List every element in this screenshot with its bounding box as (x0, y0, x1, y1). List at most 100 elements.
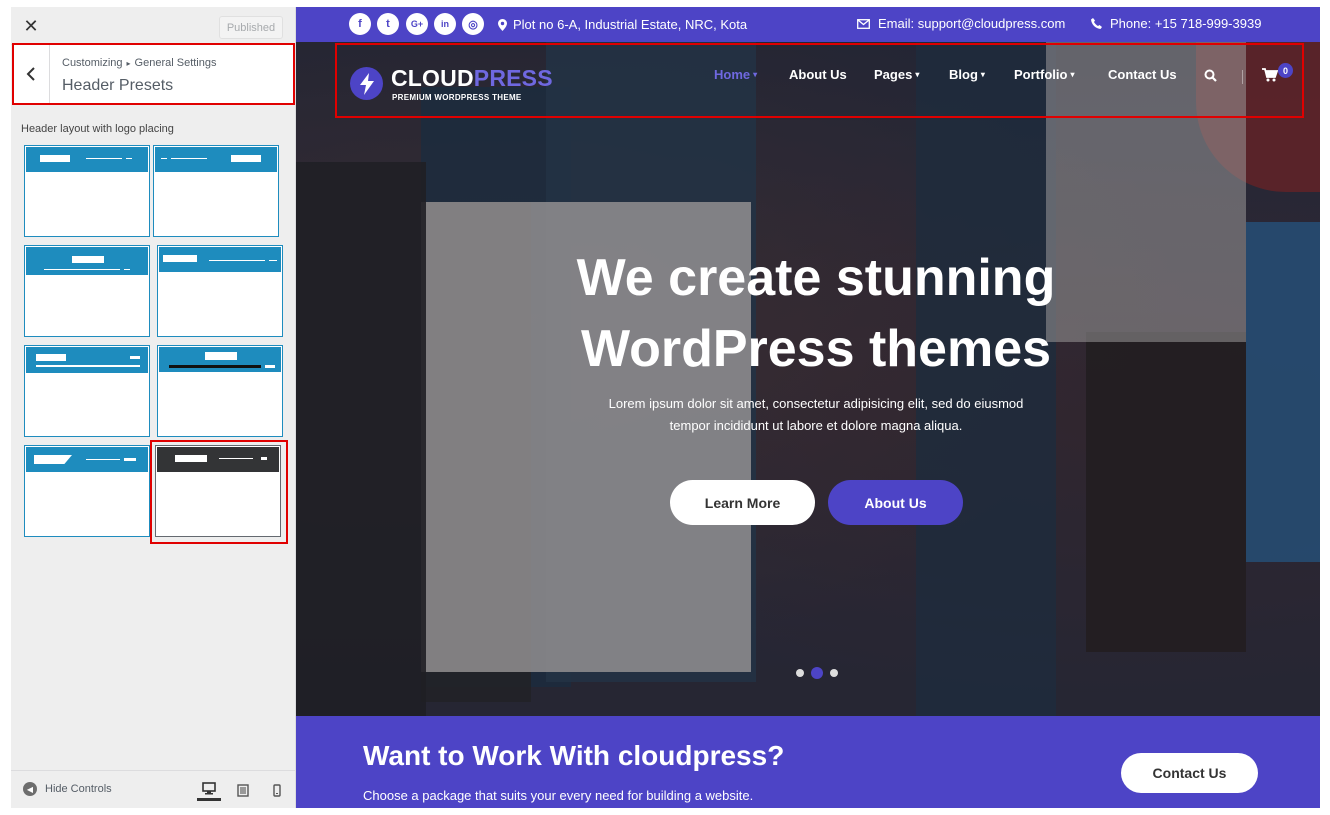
preset-menu-line (124, 269, 130, 270)
linkedin-icon[interactable]: in (434, 13, 456, 35)
back-button[interactable] (13, 44, 50, 104)
customizer-panel: ✕ Published Customizing ▸ General Settings… (11, 7, 296, 808)
header-preset-1[interactable] (24, 145, 150, 237)
header-preset-6[interactable] (157, 345, 283, 437)
nav-about-us[interactable]: About Us (789, 67, 847, 82)
address-text: Plot no 6-A, Industrial Estate, NRC, Kot… (513, 17, 748, 32)
facebook-icon[interactable]: f (349, 13, 371, 35)
hero-description-line-1: Lorem ipsum dolor sit amet, consectetur … (608, 396, 1024, 411)
hero-description-line-2: tempor incididunt ut labore et dolore ma… (669, 418, 963, 433)
cart-count-badge: 0 (1278, 63, 1293, 78)
preset-icon-block (261, 457, 267, 460)
logo-word-press: PRESS (473, 65, 553, 91)
preset-header-band (155, 147, 277, 172)
customizer-header: ✕ Published (11, 7, 295, 45)
instagram-icon[interactable]: ◎ (462, 13, 484, 35)
phone-text: Phone: +15 718-999-3939 (1110, 16, 1262, 31)
call-to-action-section: Want to Work With cloudpress? Choose a p… (296, 716, 1320, 808)
collapse-arrow-icon: ◀ (23, 782, 37, 796)
lightning-icon (359, 72, 374, 95)
preset-header-band (26, 247, 148, 275)
cta-title: Want to Work With cloudpress? (363, 740, 785, 771)
nav-blog[interactable]: Blog ▾ (949, 67, 985, 82)
mobile-preview-button[interactable] (265, 779, 289, 801)
hero-description: Lorem ipsum dolor sit amet, consectetur … (296, 393, 1320, 437)
section-title: Header Presets (62, 77, 174, 94)
breadcrumb-parent: Customizing (62, 57, 123, 69)
mobile-icon (273, 783, 281, 797)
nav-pages[interactable]: Pages ▾ (874, 67, 919, 82)
preset-menu-line (171, 158, 207, 159)
close-customizer-button[interactable]: ✕ (11, 7, 51, 45)
preset-menu-line (269, 260, 277, 261)
slider-dot-3[interactable] (830, 669, 838, 677)
breadcrumb-separator-icon: ▸ (126, 59, 131, 68)
nav-about-label: About Us (789, 67, 847, 82)
lightning-logo-icon[interactable] (350, 67, 383, 100)
email-text: Email: support@cloudpress.com (878, 16, 1066, 31)
site-logo[interactable]: CLOUDPRESS (391, 65, 553, 92)
chevron-left-icon (26, 67, 35, 81)
chevron-down-icon: ▾ (1070, 70, 1075, 79)
preset-logo-block (175, 455, 207, 462)
preset-menu-line (36, 365, 140, 367)
header-preset-2[interactable] (153, 145, 279, 237)
preset-menu-line (86, 459, 120, 460)
contact-us-button[interactable]: Contact Us (1121, 753, 1258, 793)
email-contact[interactable]: Email: support@cloudpress.com (857, 16, 1065, 31)
about-us-button[interactable]: About Us (828, 480, 963, 525)
preset-logo-block (34, 455, 72, 464)
nav-pages-label: Pages (874, 67, 913, 82)
nav-contact-label: Contact Us (1108, 67, 1177, 82)
phone-contact[interactable]: Phone: +15 718-999-3939 (1091, 16, 1261, 31)
slider-dot-1[interactable] (796, 669, 804, 677)
preset-logo-block (163, 255, 197, 262)
breadcrumb: Customizing ▸ General Settings (62, 57, 216, 69)
breadcrumb-current: General Settings (134, 57, 217, 69)
nav-divider (1242, 70, 1243, 84)
slider-dot-2-active[interactable] (811, 667, 823, 679)
hide-controls-button[interactable]: ◀ Hide Controls (23, 782, 112, 796)
nav-home[interactable]: Home ▾ (714, 67, 757, 82)
logo-tagline: PREMIUM WORDPRESS THEME (392, 93, 522, 102)
chevron-down-icon: ▾ (915, 70, 920, 79)
hero-title: We create stunning WordPress themes (296, 243, 1320, 385)
header-preset-5[interactable] (24, 345, 150, 437)
preset-header-band (26, 447, 148, 472)
preset-menu-line (209, 260, 265, 261)
preset-menu-line (126, 158, 132, 159)
preset-menu-line (44, 269, 120, 270)
twitter-icon[interactable]: t (377, 13, 399, 35)
tablet-preview-button[interactable] (231, 779, 255, 801)
published-button[interactable]: Published (219, 16, 283, 39)
nav-contact-us[interactable]: Contact Us (1108, 67, 1177, 82)
shopping-cart-icon[interactable] (1262, 68, 1279, 87)
preset-logo-block (72, 256, 104, 263)
preset-menu-strip (169, 365, 261, 368)
nav-blog-label: Blog (949, 67, 978, 82)
google-plus-icon[interactable]: G+ (406, 13, 428, 35)
search-icon[interactable] (1204, 69, 1217, 87)
header-preset-4[interactable] (157, 245, 283, 337)
envelope-icon (857, 18, 870, 29)
header-preset-8-selected[interactable] (155, 445, 281, 537)
nav-portfolio[interactable]: Portfolio ▾ (1014, 67, 1074, 82)
preset-logo-block (40, 155, 70, 162)
cta-description: Choose a package that suits your every n… (363, 788, 754, 803)
preset-logo-block (231, 155, 261, 162)
learn-more-button[interactable]: Learn More (670, 480, 815, 525)
top-info-bar: f t G+ in ◎ Plot no 6-A, Industrial Esta… (296, 7, 1320, 42)
chevron-down-icon: ▾ (980, 70, 985, 79)
desktop-preview-button[interactable] (197, 779, 221, 801)
close-icon: ✕ (23, 15, 39, 36)
hero-title-line-1: We create stunning (576, 249, 1056, 307)
preset-menu-line (219, 458, 253, 459)
preset-icon-block (265, 365, 275, 368)
nav-portfolio-label: Portfolio (1014, 67, 1068, 82)
preset-logo-block (205, 352, 237, 360)
site-preview: f t G+ in ◎ Plot no 6-A, Industrial Esta… (296, 7, 1320, 808)
section-header: Customizing ▸ General Settings Header Pres… (13, 44, 295, 104)
header-preset-3[interactable] (24, 245, 150, 337)
header-preset-7[interactable] (24, 445, 150, 537)
customizer-footer: ◀ Hide Controls (11, 770, 295, 808)
